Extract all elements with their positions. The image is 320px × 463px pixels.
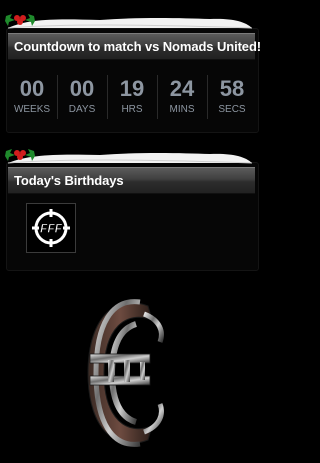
holly-icon <box>5 14 35 26</box>
seconds-value: 58 <box>219 76 245 101</box>
weeks-label: WEEKS <box>13 104 51 115</box>
days-value: 00 <box>69 76 95 101</box>
countdown-days: 00 DAYS <box>57 67 107 127</box>
crosshair-logo-icon: FFF <box>32 209 70 247</box>
birthdays-title: Today's Birthdays <box>14 173 124 188</box>
hours-label: HRS <box>121 104 143 115</box>
euro-symbol-icon <box>87 299 164 447</box>
birthdays-widget: Today's Birthdays FFF <box>6 162 259 271</box>
hours-value: 19 <box>119 76 145 101</box>
weeks-value: 00 <box>19 76 45 101</box>
holly-icon <box>5 149 35 161</box>
days-label: DAYS <box>68 104 96 115</box>
countdown-minutes: 24 MINS <box>157 67 207 127</box>
countdown-title: Countdown to match vs Nomads United! <box>14 39 262 54</box>
countdown-widget: Countdown to match vs Nomads United! 00 … <box>6 28 261 133</box>
team-logo[interactable]: FFF <box>26 203 76 253</box>
countdown-seconds: 58 SECS <box>207 67 257 127</box>
minutes-label: MINS <box>169 104 195 115</box>
snow-drift-1 <box>5 14 253 29</box>
countdown-timer: 00 WEEKS 00 DAYS 19 HRS 24 MINS 58 SECS <box>7 67 257 127</box>
logo-text: FFF <box>40 222 63 236</box>
countdown-hours: 19 HRS <box>107 67 157 127</box>
countdown-weeks: 00 WEEKS <box>7 67 57 127</box>
birthdays-header: Today's Birthdays <box>8 167 255 194</box>
countdown-header: Countdown to match vs Nomads United! <box>8 33 261 60</box>
seconds-label: SECS <box>218 104 246 115</box>
minutes-value: 24 <box>169 76 195 101</box>
